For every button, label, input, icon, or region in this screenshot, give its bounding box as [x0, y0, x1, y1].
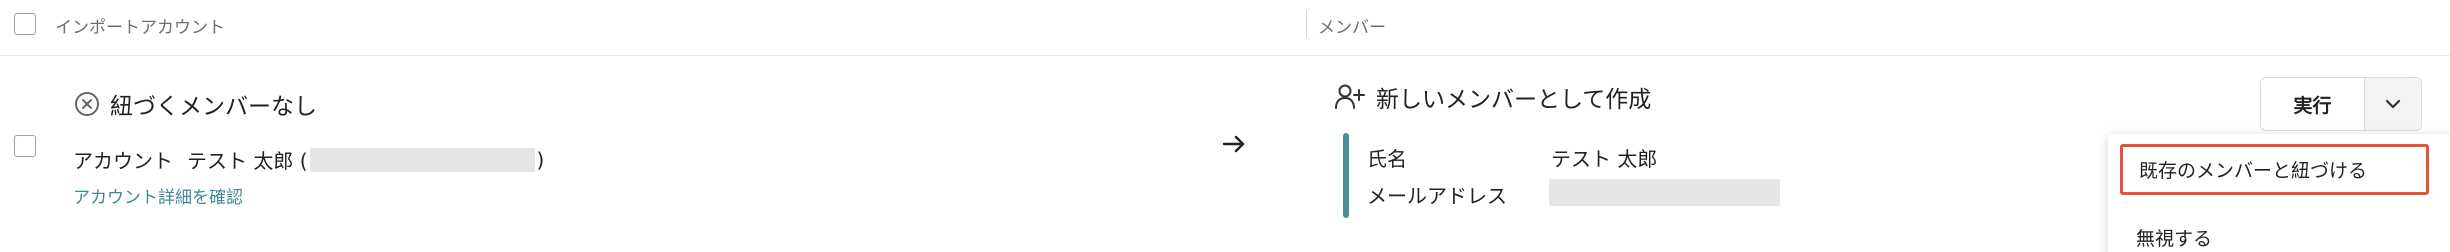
table-header: インポートアカウント メンバー: [0, 0, 2450, 56]
menu-item-ignore[interactable]: 無視する: [2136, 224, 2212, 251]
execute-dropdown-toggle[interactable]: [2365, 78, 2421, 130]
name-label: 氏名: [1367, 147, 1407, 171]
action-dropdown-menu: 既存のメンバーと紐づける 無視する: [2108, 134, 2450, 252]
menu-item-link-existing[interactable]: 既存のメンバーと紐づける: [2120, 144, 2429, 195]
create-new-member-text: 新しいメンバーとして作成: [1376, 87, 1652, 113]
redacted-email-value: [1549, 179, 1780, 206]
email-label: メールアドレス: [1367, 184, 1507, 208]
account-line: アカウント テスト 太郎 ( ): [73, 145, 544, 174]
header-imported-account: インポートアカウント: [55, 18, 225, 38]
execute-split-button: 実行: [2260, 77, 2422, 131]
user-plus-icon: [1335, 84, 1365, 109]
chevron-down-icon: [2385, 99, 2401, 109]
execute-button[interactable]: 実行: [2261, 78, 2365, 130]
arrow-right-icon: [1222, 135, 1245, 153]
member-info-accent-bar: [1343, 133, 1349, 218]
account-name: テスト 太郎 (: [187, 149, 308, 173]
header-member: メンバー: [1318, 18, 1386, 38]
name-value: テスト 太郎: [1551, 147, 1658, 171]
create-new-member: 新しいメンバーとして作成: [1334, 80, 1651, 114]
no-member-text: 紐づくメンバーなし: [110, 94, 317, 120]
x-circle-icon: [75, 92, 99, 116]
no-member-status: 紐づくメンバーなし: [74, 87, 317, 121]
account-detail-link[interactable]: アカウント詳細を確認: [73, 183, 243, 208]
header-divider: [1306, 10, 1307, 38]
account-prefix: アカウント: [73, 149, 173, 173]
row-checkbox[interactable]: [14, 135, 36, 157]
select-all-checkbox[interactable]: [14, 13, 36, 35]
redacted-email: [309, 147, 535, 172]
account-suffix: ): [536, 147, 545, 172]
